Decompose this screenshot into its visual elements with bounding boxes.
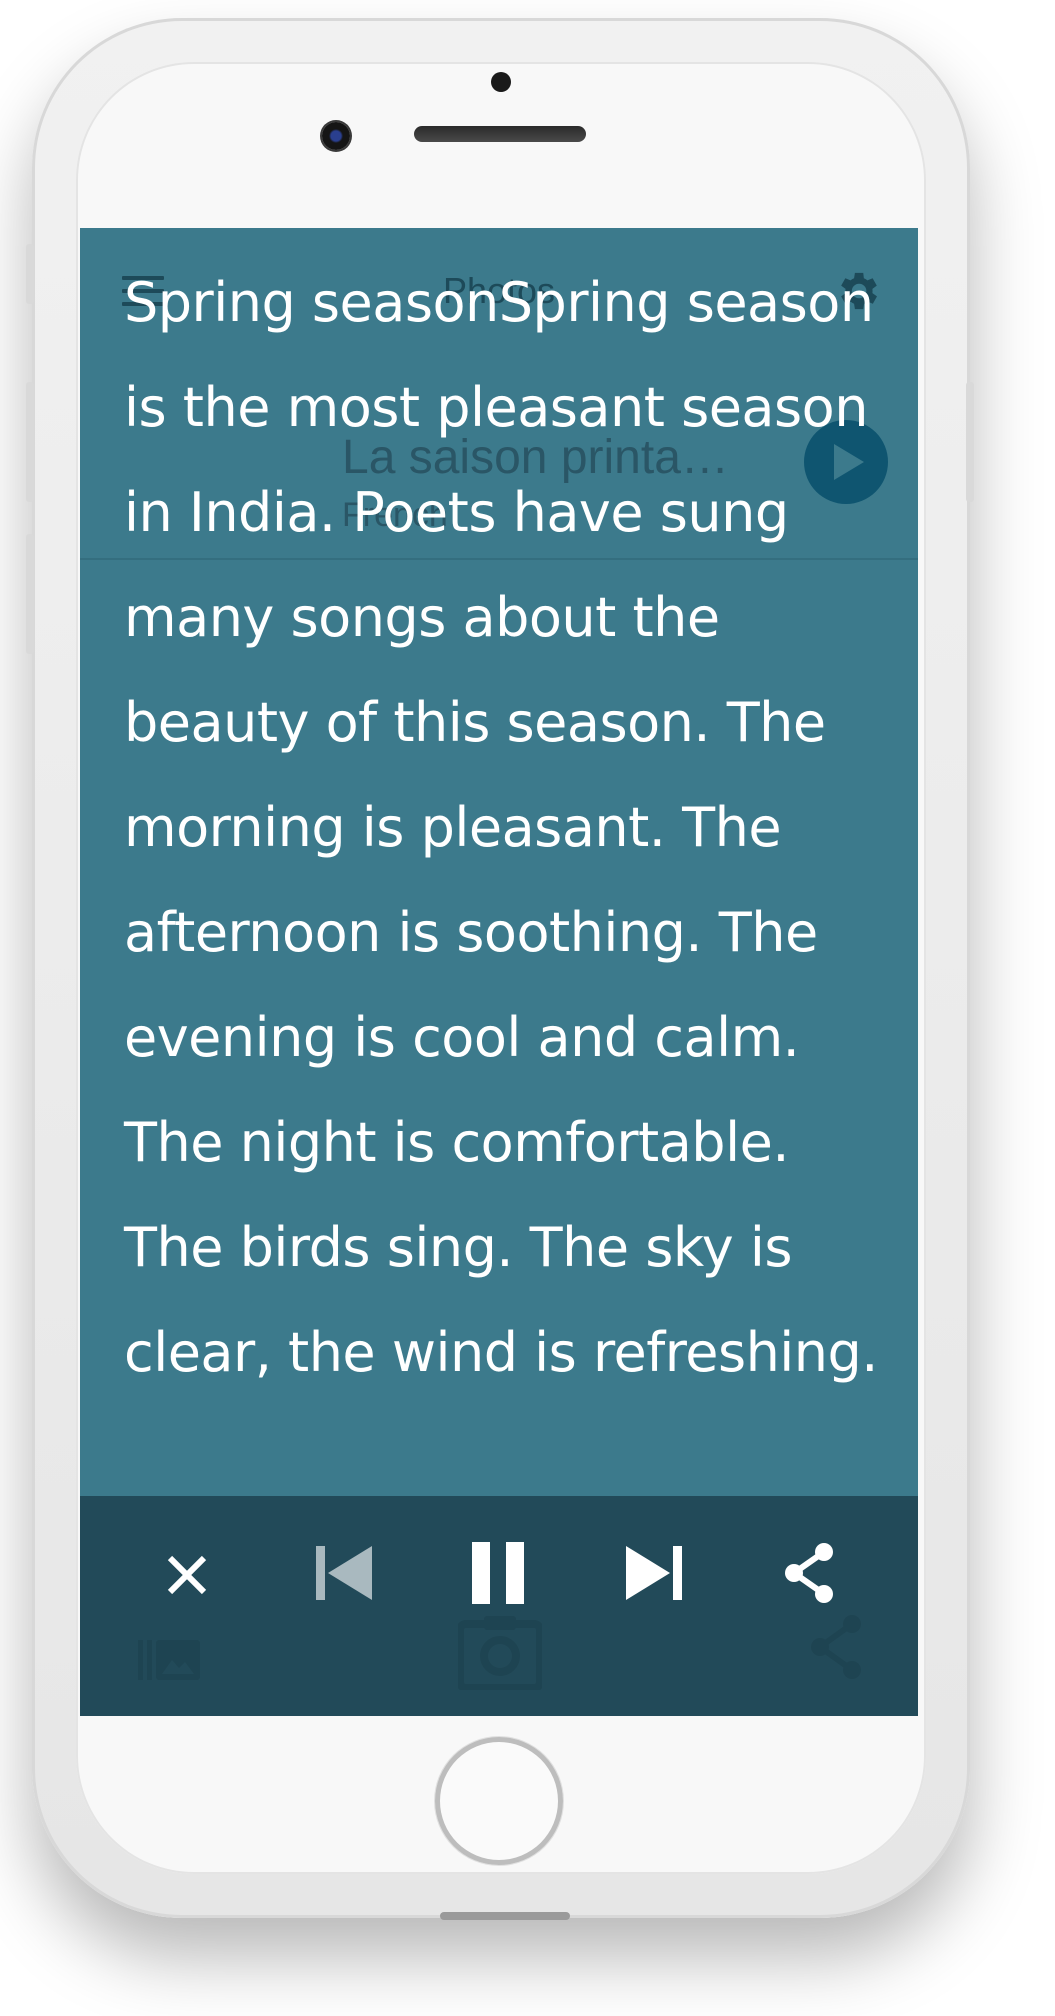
next-button[interactable] [624,1544,684,1614]
volume-up-button [26,382,34,502]
power-button [966,382,974,502]
device-mockup: Photos La saison printa… French Spring s… [0,0,1055,2016]
front-camera [322,122,350,150]
pause-icon [472,1542,524,1604]
share-button[interactable] [782,1542,836,1612]
earpiece-speaker [414,126,586,142]
bottom-port [440,1912,570,1920]
playback-controls [80,1540,918,1620]
reading-text: Spring seasonSpring season is the most p… [124,271,878,1384]
home-button [435,1737,563,1865]
skip-next-icon [626,1546,682,1600]
mute-switch [26,244,34,304]
pause-button[interactable] [470,1540,526,1610]
skip-previous-icon [316,1546,372,1600]
close-button[interactable] [166,1554,208,1624]
close-icon [167,1555,207,1595]
previous-button[interactable] [314,1544,374,1614]
app-screen: Photos La saison printa… French Spring s… [80,228,918,1716]
proximity-sensor [491,72,511,92]
volume-down-button [26,534,34,654]
share-icon [785,1543,833,1603]
